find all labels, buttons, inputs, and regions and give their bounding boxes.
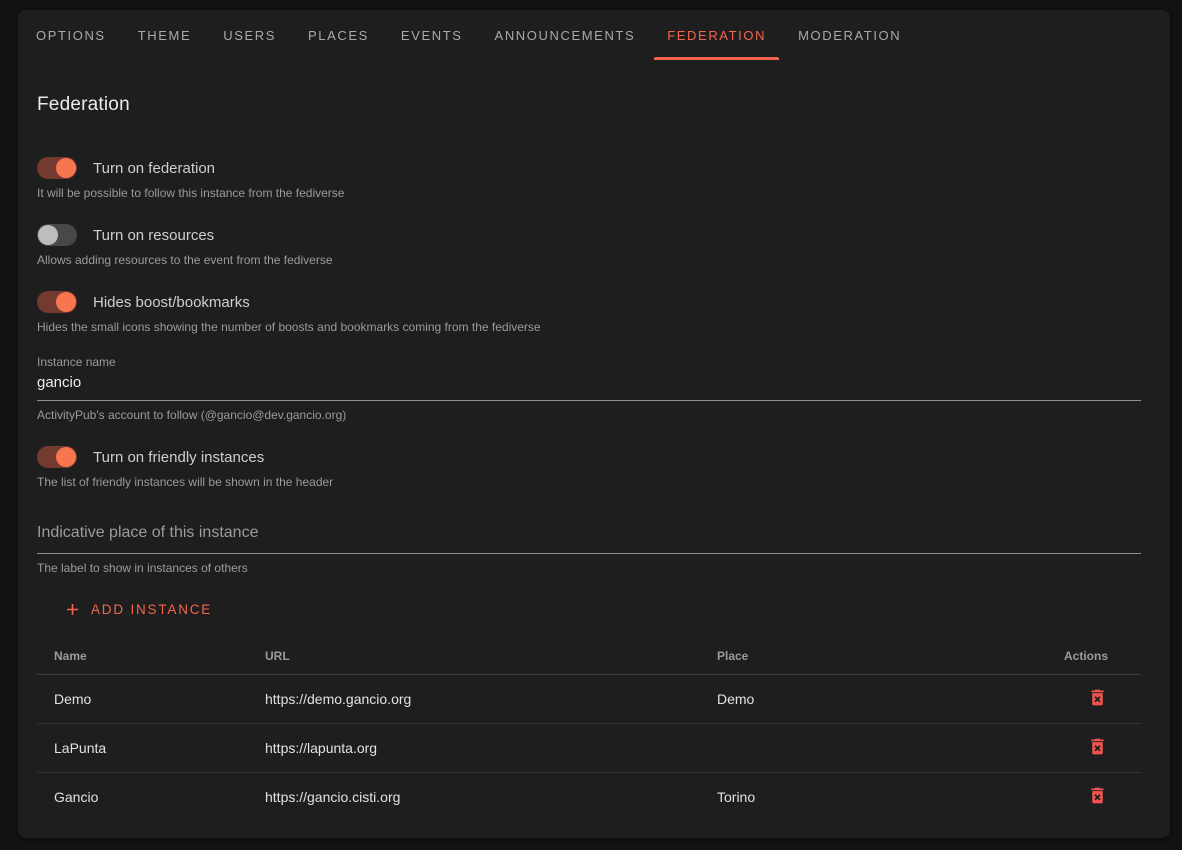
federation-switch[interactable] bbox=[37, 157, 77, 179]
table-header-row: Name URL Place Actions bbox=[37, 638, 1141, 675]
federation-switch-hint: It will be possible to follow this insta… bbox=[37, 186, 1141, 200]
tab-announcements[interactable]: ANNOUNCEMENTS bbox=[479, 10, 652, 60]
instance-url-cell: https://demo.gancio.org bbox=[265, 691, 717, 707]
table-row: Demo https://demo.gancio.org Demo bbox=[37, 675, 1141, 724]
switch-knob bbox=[38, 225, 58, 245]
tab-events[interactable]: EVENTS bbox=[385, 10, 479, 60]
hide-boost-switch-hint: Hides the small icons showing the number… bbox=[37, 320, 1141, 334]
friendly-instances-switch-label: Turn on friendly instances bbox=[93, 449, 264, 466]
admin-panel-card: OPTIONS THEME USERS PLACES EVENTS ANNOUN… bbox=[18, 10, 1170, 838]
hide-boost-toggle-row: Hides boost/bookmarks Hides the small ic… bbox=[37, 291, 1141, 334]
instance-place-hint: The label to show in instances of others bbox=[37, 561, 1141, 575]
add-instance-button[interactable]: ADD INSTANCE bbox=[57, 598, 218, 621]
add-instance-button-label: ADD INSTANCE bbox=[91, 602, 212, 617]
federation-settings-panel: Federation Turn on federation It will be… bbox=[18, 93, 1170, 821]
admin-tab-bar: OPTIONS THEME USERS PLACES EVENTS ANNOUN… bbox=[18, 10, 1170, 60]
resources-switch[interactable] bbox=[37, 224, 77, 246]
switch-knob bbox=[56, 158, 76, 178]
trash-delete-icon bbox=[1087, 785, 1108, 809]
federation-toggle-row: Turn on federation It will be possible t… bbox=[37, 157, 1141, 200]
friendly-instances-switch-hint: The list of friendly instances will be s… bbox=[37, 475, 1141, 489]
page-title: Federation bbox=[37, 93, 1141, 117]
tab-places[interactable]: PLACES bbox=[292, 10, 385, 60]
resources-switch-hint: Allows adding resources to the event fro… bbox=[37, 253, 1141, 267]
instance-url-cell: https://gancio.cisti.org bbox=[265, 789, 717, 805]
tab-moderation[interactable]: MODERATION bbox=[782, 10, 917, 60]
instance-name-cell: Demo bbox=[54, 691, 265, 707]
delete-instance-button[interactable] bbox=[1087, 687, 1108, 711]
instance-name-label: Instance name bbox=[37, 355, 1141, 369]
hide-boost-switch[interactable] bbox=[37, 291, 77, 313]
table-row: Gancio https://gancio.cisti.org Torino bbox=[37, 773, 1141, 821]
instance-place-input[interactable] bbox=[37, 524, 1141, 554]
delete-instance-button[interactable] bbox=[1087, 785, 1108, 809]
federation-switch-label: Turn on federation bbox=[93, 160, 215, 177]
delete-instance-button[interactable] bbox=[1087, 736, 1108, 760]
instance-place-cell: Demo bbox=[717, 691, 1038, 707]
trash-delete-icon bbox=[1087, 687, 1108, 711]
instance-name-cell: LaPunta bbox=[54, 740, 265, 756]
trash-delete-icon bbox=[1087, 736, 1108, 760]
col-header-name: Name bbox=[54, 649, 265, 663]
resources-switch-label: Turn on resources bbox=[93, 227, 214, 244]
hide-boost-switch-label: Hides boost/bookmarks bbox=[93, 294, 250, 311]
instance-name-hint: ActivityPub's account to follow (@gancio… bbox=[37, 408, 1141, 422]
friendly-instances-toggle-row: Turn on friendly instances The list of f… bbox=[37, 446, 1141, 489]
table-row: LaPunta https://lapunta.org bbox=[37, 724, 1141, 773]
instance-place-cell: Torino bbox=[717, 789, 1038, 805]
tab-theme[interactable]: THEME bbox=[122, 10, 208, 60]
col-header-actions: Actions bbox=[1038, 649, 1108, 663]
switch-knob bbox=[56, 447, 76, 467]
instance-url-cell: https://lapunta.org bbox=[265, 740, 717, 756]
instance-name-input[interactable] bbox=[37, 369, 1141, 401]
tab-federation[interactable]: FEDERATION bbox=[651, 10, 782, 60]
resources-toggle-row: Turn on resources Allows adding resource… bbox=[37, 224, 1141, 267]
plus-icon bbox=[63, 600, 82, 619]
instance-name-cell: Gancio bbox=[54, 789, 265, 805]
trusted-instances-table: Name URL Place Actions Demo https://demo… bbox=[37, 638, 1141, 821]
col-header-url: URL bbox=[265, 649, 717, 663]
col-header-place: Place bbox=[717, 649, 1038, 663]
instance-name-field-group: Instance name ActivityPub's account to f… bbox=[37, 355, 1141, 422]
tab-users[interactable]: USERS bbox=[207, 10, 292, 60]
switch-knob bbox=[56, 292, 76, 312]
tab-options[interactable]: OPTIONS bbox=[20, 10, 122, 60]
instance-place-field-group: The label to show in instances of others bbox=[37, 524, 1141, 575]
friendly-instances-switch[interactable] bbox=[37, 446, 77, 468]
